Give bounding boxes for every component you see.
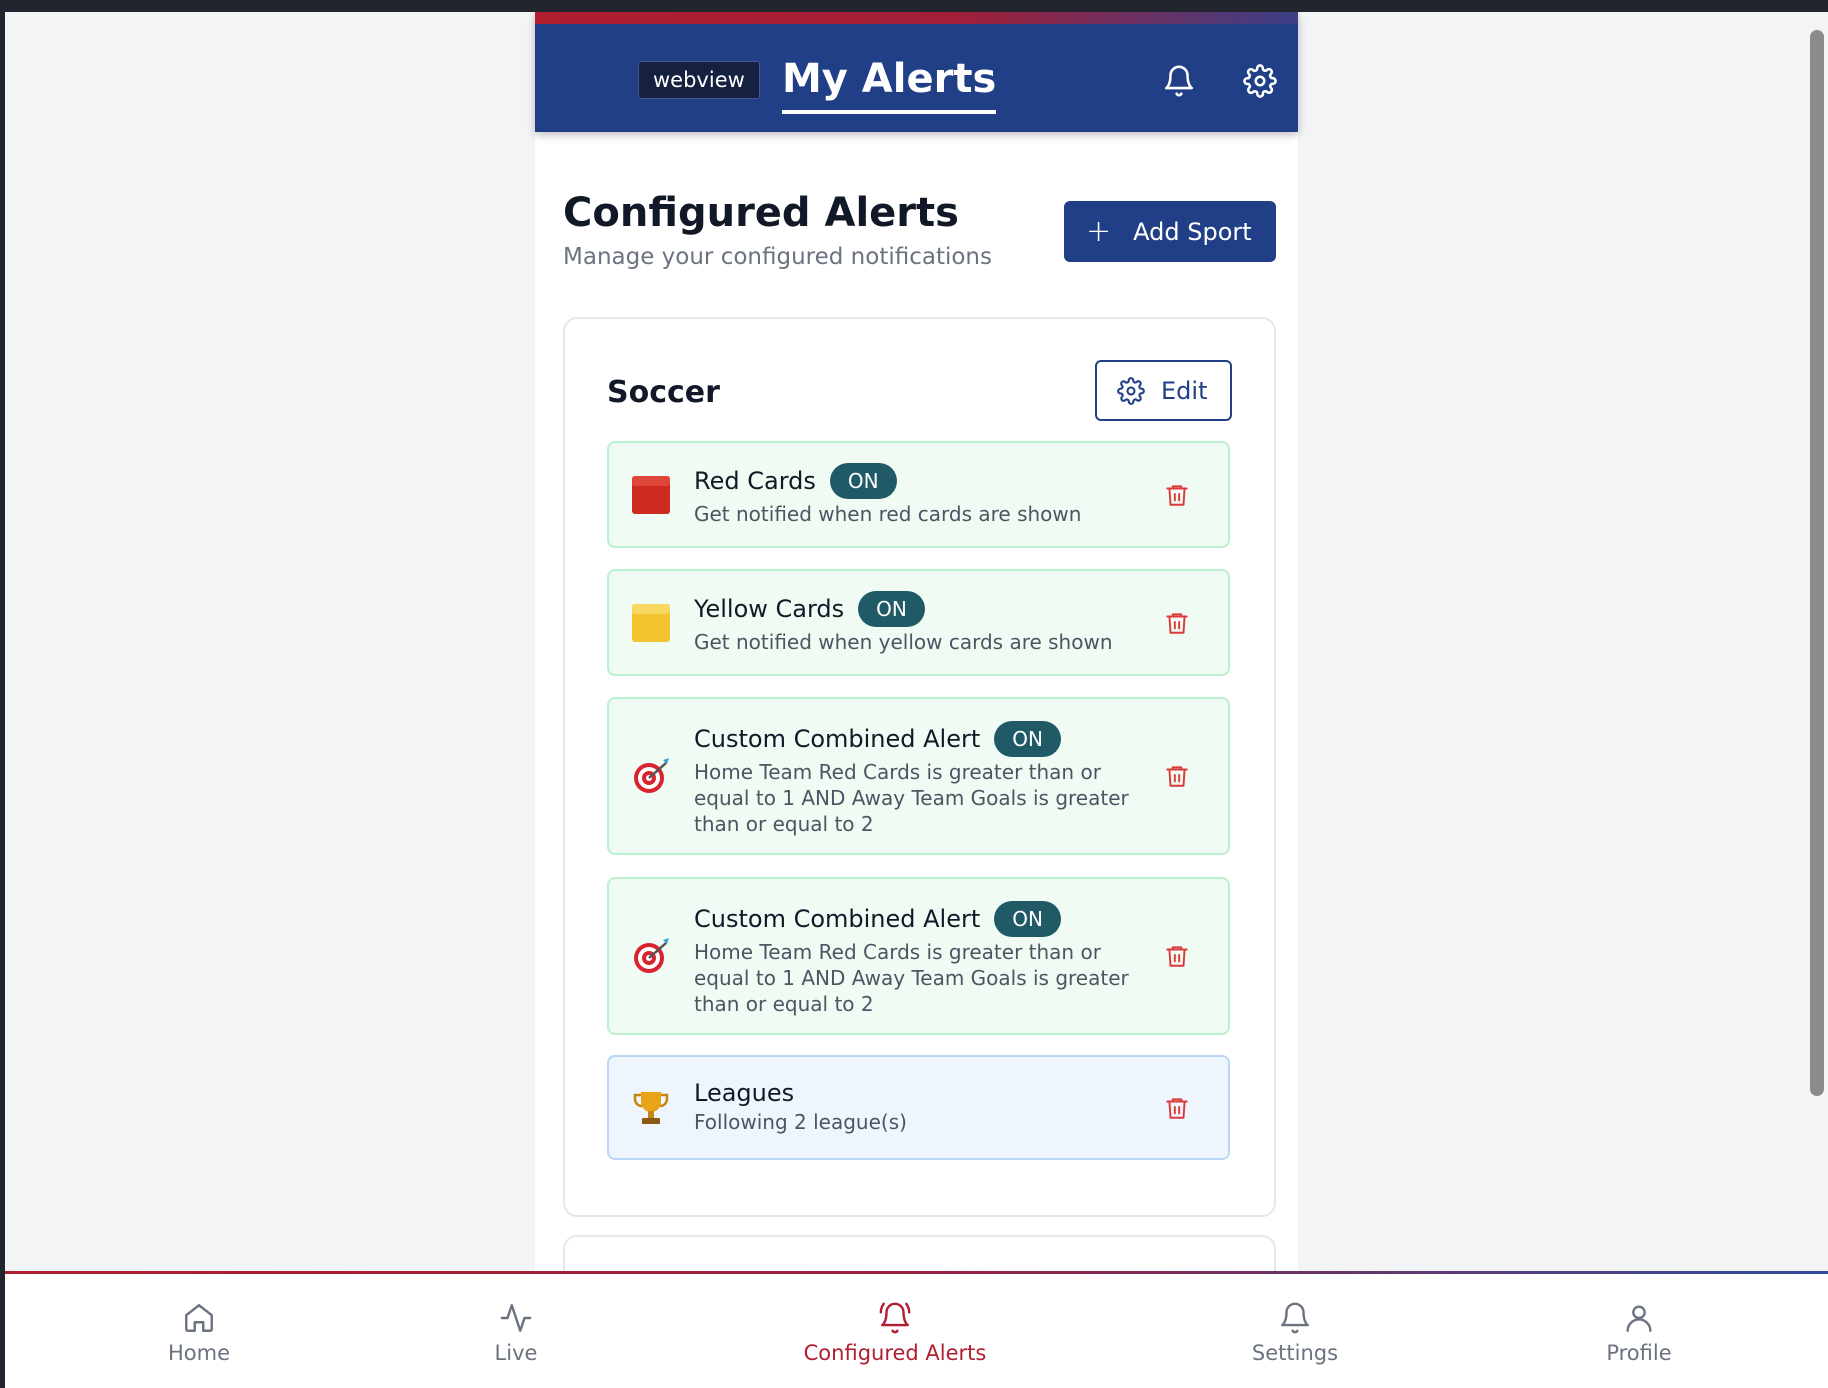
alert-description: Get notified when yellow cards are shown: [694, 630, 1113, 654]
nav-item-profile[interactable]: Profile: [1539, 1301, 1739, 1365]
sport-card-title: Soccer: [607, 375, 720, 410]
edit-label: Edit: [1161, 376, 1208, 405]
alert-description: Home Team Red Cards is greater than or e…: [694, 760, 1129, 836]
status-badge: ON: [994, 721, 1061, 757]
edit-button[interactable]: Edit: [1095, 360, 1232, 421]
target-dart-icon: [631, 936, 671, 976]
bell-ring-icon: [879, 1302, 911, 1334]
app-header: webview My Alerts: [535, 12, 1298, 132]
alert-item: Custom Combined Alert ON Home Team Red C…: [607, 877, 1230, 1035]
add-sport-button[interactable]: + Add Sport: [1064, 201, 1276, 262]
bell-icon: [1281, 1302, 1309, 1334]
alert-item-leagues: Leagues Following 2 league(s): [607, 1055, 1230, 1160]
trash-icon[interactable]: [1164, 942, 1190, 970]
home-icon: [185, 1304, 213, 1332]
nav-label: Profile: [1606, 1341, 1672, 1365]
webview-viewport: webview My Alerts Configured Alerts Mana…: [5, 12, 1828, 1388]
nav-item-home[interactable]: Home: [99, 1301, 299, 1365]
nav-item-live[interactable]: Live: [416, 1301, 616, 1365]
bottom-nav: Home Live Configured Alerts Settings Pro…: [5, 1271, 1828, 1388]
status-badge: ON: [858, 591, 925, 627]
trash-icon[interactable]: [1164, 1094, 1190, 1122]
nav-item-configured-alerts[interactable]: Configured Alerts: [795, 1301, 995, 1365]
nav-label: Live: [494, 1341, 538, 1365]
nav-label: Configured Alerts: [803, 1341, 987, 1365]
alert-name: Custom Combined Alert: [694, 905, 981, 933]
alert-item: Red Cards ON Get notified when red cards…: [607, 441, 1230, 548]
status-badge: ON: [994, 901, 1061, 937]
webview-tag: webview: [638, 61, 760, 99]
red-square-icon: [631, 475, 671, 515]
page-title: My Alerts: [782, 52, 997, 114]
trash-icon[interactable]: [1164, 481, 1190, 509]
alert-description: Following 2 league(s): [694, 1110, 907, 1134]
bottom-nav-stripe: [5, 1271, 1828, 1274]
section-subtitle: Manage your configured notifications: [563, 244, 992, 270]
trophy-icon: [631, 1088, 671, 1128]
add-sport-label: Add Sport: [1133, 217, 1252, 246]
gear-icon[interactable]: [1243, 64, 1277, 98]
header-stripe: [535, 12, 1298, 24]
activity-icon: [500, 1304, 532, 1332]
bell-icon[interactable]: [1162, 64, 1196, 98]
sport-card-soccer: Soccer Edit Red Cards ON Get notified wh…: [563, 317, 1276, 1217]
section-title: Configured Alerts: [563, 190, 959, 236]
alert-description: Home Team Red Cards is greater than or e…: [694, 940, 1129, 1016]
nav-item-settings[interactable]: Settings: [1195, 1301, 1395, 1365]
alert-name: Leagues: [694, 1079, 795, 1107]
target-dart-icon: [631, 756, 671, 796]
trash-icon[interactable]: [1164, 609, 1190, 637]
nav-label: Home: [167, 1341, 230, 1365]
scrollbar[interactable]: [1810, 30, 1824, 1096]
app-container: webview My Alerts Configured Alerts Mana…: [535, 12, 1298, 1315]
yellow-square-icon: [631, 603, 671, 643]
status-badge: ON: [829, 463, 897, 499]
alert-name: Red Cards: [694, 467, 816, 495]
user-icon: [1626, 1305, 1652, 1332]
alert-description: Get notified when red cards are shown: [694, 502, 1082, 526]
trash-icon[interactable]: [1164, 762, 1190, 790]
alert-name: Yellow Cards: [694, 595, 845, 623]
alert-item: Custom Combined Alert ON Home Team Red C…: [607, 697, 1230, 855]
alert-item: Yellow Cards ON Get notified when yellow…: [607, 569, 1230, 676]
nav-label: Settings: [1251, 1341, 1339, 1365]
plus-icon: +: [1086, 213, 1112, 249]
gear-icon: [1117, 376, 1145, 405]
alert-name: Custom Combined Alert: [694, 725, 981, 753]
